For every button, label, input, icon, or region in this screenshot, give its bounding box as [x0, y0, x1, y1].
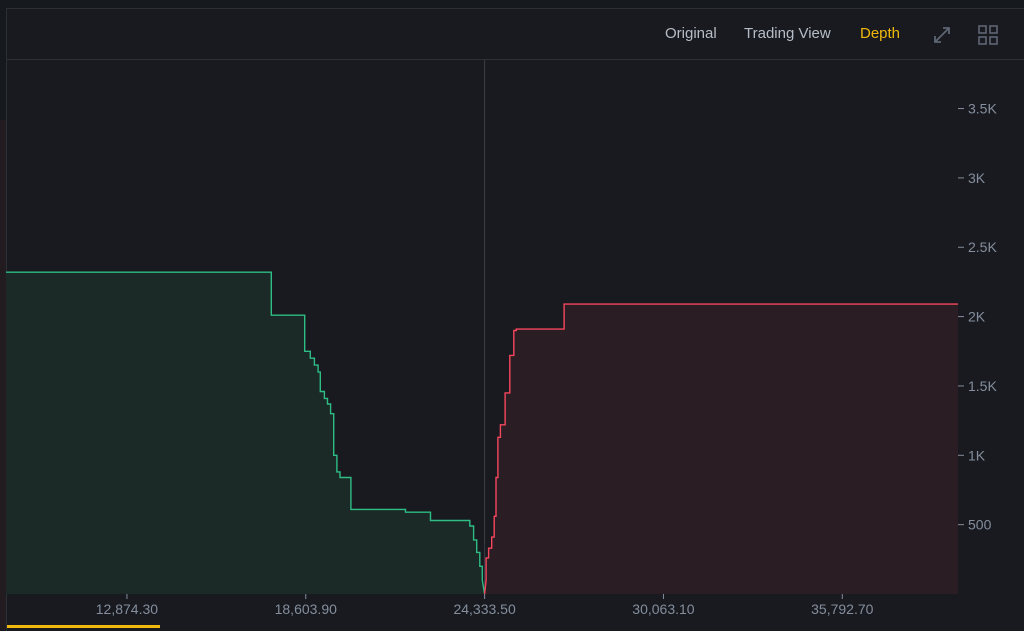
x-tick-label: 12,874.30 [96, 601, 158, 617]
y-tick-label: 3K [968, 170, 986, 186]
x-tick-label: 24,333.50 [453, 601, 515, 617]
depth-chart[interactable]: 500 1K 1.5K 2K 2.5K 3K 3.5K 12,874.30 18,603.90 2… [0, 0, 1024, 630]
y-tick-label: 3.5K [968, 101, 997, 117]
y-tick-label: 500 [968, 517, 992, 533]
y-tick-label: 2.5K [968, 239, 997, 255]
x-tick-label: 18,603.90 [275, 601, 337, 617]
y-tick-label: 2K [968, 309, 986, 325]
y-tick-label: 1K [968, 447, 986, 463]
x-tick-label: 35,792.70 [811, 601, 873, 617]
y-tick-label: 1.5K [968, 378, 997, 394]
asks-area [484, 304, 958, 594]
x-tick-label: 30,063.10 [632, 601, 694, 617]
bids-area [6, 272, 485, 594]
